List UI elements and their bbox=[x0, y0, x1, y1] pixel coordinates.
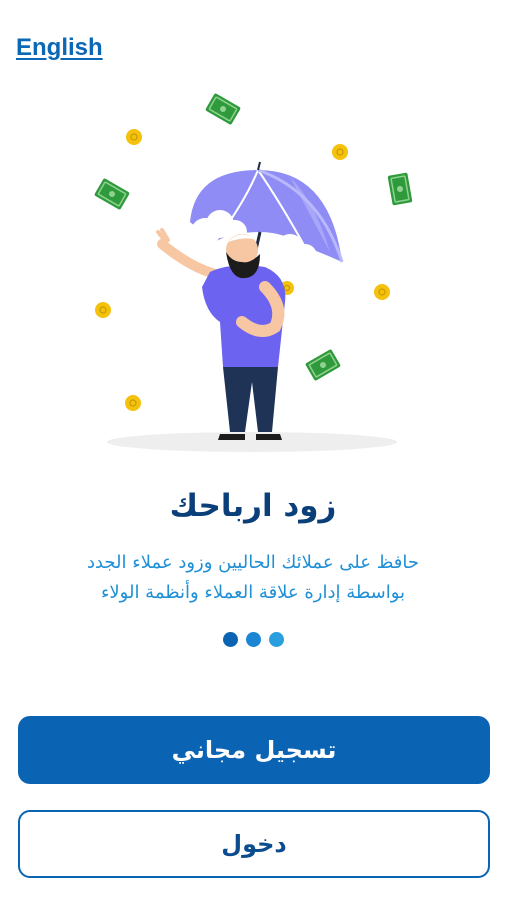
language-switch-link[interactable]: English bbox=[16, 34, 103, 62]
login-button[interactable]: دخول bbox=[18, 810, 490, 878]
pagination-dots bbox=[0, 632, 506, 647]
pagination-dot[interactable] bbox=[245, 632, 261, 647]
description-line: حافظ على عملائك الحاليين وزود عملاء الجد… bbox=[86, 552, 420, 573]
register-button[interactable]: تسجيل مجاني bbox=[18, 716, 490, 784]
pagination-dot[interactable] bbox=[268, 632, 284, 647]
description-line: بواسطة إدارة علاقة العملاء وأنظمة الولاء bbox=[100, 582, 406, 603]
ground-shadow bbox=[107, 432, 397, 452]
money-bill-icon bbox=[387, 172, 413, 206]
onboarding-title: زود ارباحك bbox=[169, 488, 337, 524]
onboarding-description: حافظ على عملائك الحاليين وزود عملاء الجد… bbox=[20, 548, 486, 608]
onboarding-illustration bbox=[94, 93, 413, 452]
money-bill-icon bbox=[205, 93, 241, 125]
coin-icon bbox=[95, 302, 111, 318]
coin-icon bbox=[125, 395, 141, 411]
coin-icon bbox=[126, 129, 142, 145]
coin-icon bbox=[374, 284, 390, 300]
money-bill-icon bbox=[94, 178, 130, 210]
pagination-dot[interactable] bbox=[222, 632, 238, 647]
money-bill-icon bbox=[305, 349, 341, 381]
coin-icon bbox=[332, 144, 348, 160]
